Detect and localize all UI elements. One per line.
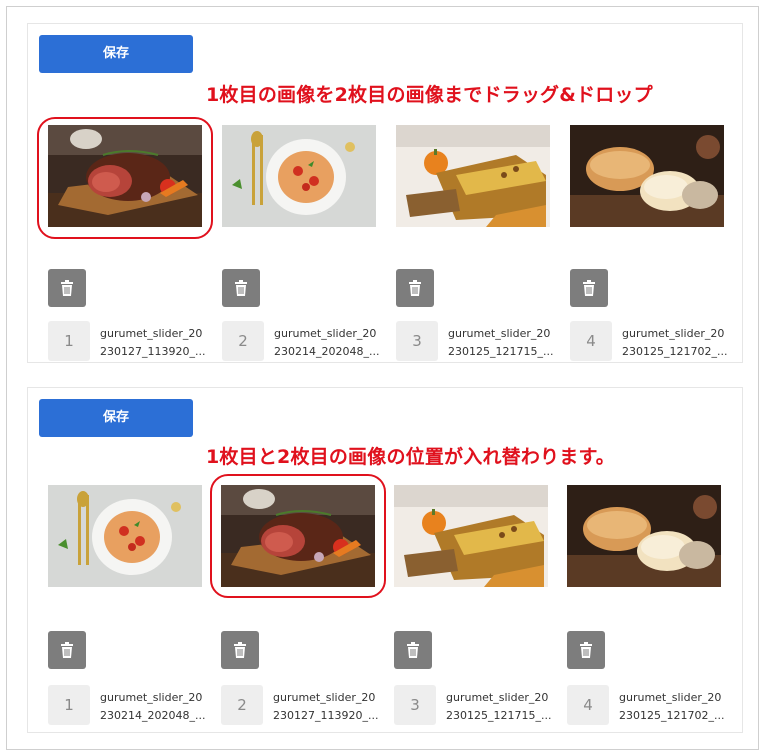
instruction-annotation: 1枚目の画像を2枚目の画像までドラッグ&ドロップ [206, 84, 653, 106]
delete-button[interactable] [48, 631, 86, 669]
order-number: 2 [221, 685, 263, 725]
file-name: gurumet_slider_20 230127_113920_... [273, 691, 379, 722]
trash-icon [61, 280, 73, 296]
order-number: 4 [567, 685, 609, 725]
image-slider-panel-after: 保存 1枚目と2枚目の画像の位置が入れ替わります。 1 gurumet_slid… [27, 387, 743, 733]
delete-button[interactable] [221, 631, 259, 669]
order-number: 3 [396, 321, 438, 361]
file-name: gurumet_slider_20 230125_121715_... [446, 691, 552, 722]
thumbnail-steak[interactable] [48, 125, 202, 227]
file-name: gurumet_slider_20 230125_121715_... [448, 327, 554, 358]
thumbnail-bread-rolls[interactable] [567, 485, 721, 587]
page-frame: 保存 1枚目の画像を2枚目の画像までドラッグ&ドロップ 1 gurumet_sl… [6, 6, 759, 750]
file-name: gurumet_slider_20 230127_113920_... [100, 327, 206, 358]
instruction-annotation: 1枚目と2枚目の画像の位置が入れ替わります。 [206, 446, 615, 468]
file-name: gurumet_slider_20 230125_121702_... [619, 691, 725, 722]
order-number: 3 [394, 685, 436, 725]
thumbnail-pumpkin-bread[interactable] [396, 125, 550, 227]
thumbnail-bread-rolls[interactable] [570, 125, 724, 227]
thumbnail-pasta[interactable] [222, 125, 376, 227]
delete-button[interactable] [222, 269, 260, 307]
trash-icon [235, 280, 247, 296]
image-slider-panel-before: 保存 1枚目の画像を2枚目の画像までドラッグ&ドロップ 1 gurumet_sl… [27, 23, 743, 363]
trash-icon [407, 642, 419, 658]
trash-icon [583, 280, 595, 296]
delete-button[interactable] [48, 269, 86, 307]
thumbnail-pasta[interactable] [48, 485, 202, 587]
order-number: 4 [570, 321, 612, 361]
save-button[interactable]: 保存 [39, 399, 193, 437]
order-number: 1 [48, 685, 90, 725]
trash-icon [61, 642, 73, 658]
trash-icon [234, 642, 246, 658]
order-number: 2 [222, 321, 264, 361]
thumbnail-steak[interactable] [221, 485, 375, 587]
save-button[interactable]: 保存 [39, 35, 193, 73]
delete-button[interactable] [567, 631, 605, 669]
trash-icon [580, 642, 592, 658]
delete-button[interactable] [394, 631, 432, 669]
delete-button[interactable] [570, 269, 608, 307]
file-name: gurumet_slider_20 230214_202048_... [100, 691, 206, 722]
file-name: gurumet_slider_20 230214_202048_... [274, 327, 380, 358]
trash-icon [409, 280, 421, 296]
delete-button[interactable] [396, 269, 434, 307]
file-name: gurumet_slider_20 230125_121702_... [622, 327, 728, 358]
thumbnail-pumpkin-bread[interactable] [394, 485, 548, 587]
order-number: 1 [48, 321, 90, 361]
